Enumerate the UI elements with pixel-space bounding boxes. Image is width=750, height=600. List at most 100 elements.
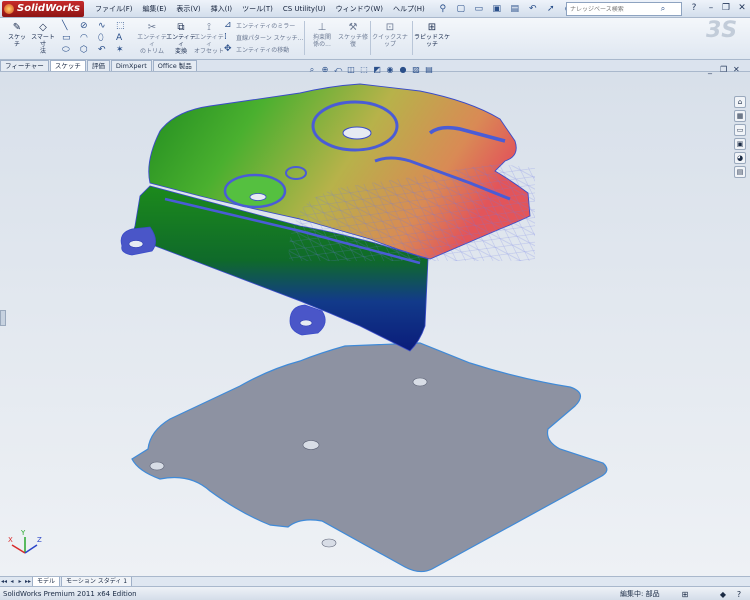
- dimple-hole: [249, 193, 267, 201]
- print-icon[interactable]: ▤: [508, 2, 522, 16]
- formed-dimple: [223, 173, 287, 209]
- edit-appearance-icon[interactable]: ●: [397, 64, 409, 75]
- tab-model[interactable]: モデル: [32, 576, 61, 587]
- restore-icon[interactable]: ❐: [720, 2, 732, 14]
- section-view-icon[interactable]: ◫: [345, 64, 357, 75]
- circle-icon[interactable]: ⊘: [80, 20, 88, 32]
- mirror-entities-button[interactable]: エンティティのミラー: [236, 21, 295, 30]
- solidworks-logo[interactable]: SolidWorks: [2, 0, 84, 17]
- construction-geometry-icon[interactable]: ⬚: [116, 20, 125, 32]
- convert-label-2: 変換: [174, 48, 187, 55]
- apply-scene-icon[interactable]: ▨: [410, 64, 422, 75]
- tab-hole: [128, 240, 144, 248]
- quick-snaps-button[interactable]: ⊡ クイックスナップ: [372, 21, 408, 48]
- close-icon[interactable]: ✕: [736, 2, 748, 14]
- help-status-icon[interactable]: ?: [734, 589, 744, 599]
- repair-sketch-button[interactable]: ⚒ スケッチ修 復: [338, 21, 368, 48]
- tab-scroll-prev-icon[interactable]: ◂: [8, 578, 16, 585]
- triad-y-label: Y: [20, 529, 26, 537]
- graphics-area[interactable]: X Y Z: [0, 71, 750, 576]
- fillet-icon[interactable]: ↶: [98, 44, 106, 56]
- ellipse-icon[interactable]: ⬯: [98, 32, 104, 44]
- tab-hole: [299, 319, 313, 327]
- design-library-icon[interactable]: ▦: [734, 110, 746, 122]
- text-icon[interactable]: A: [116, 32, 122, 44]
- view-palette-icon[interactable]: ▣: [734, 138, 746, 150]
- view-settings-icon[interactable]: ▤: [423, 64, 435, 75]
- select-pointer-icon[interactable]: ➚: [544, 2, 558, 16]
- save-icon[interactable]: ▣: [490, 2, 504, 16]
- undo-icon[interactable]: ↶: [526, 2, 540, 16]
- feature-manager-collapse-handle[interactable]: [0, 310, 6, 326]
- flat-pattern-sheet[interactable]: [131, 342, 608, 573]
- ribbon-separator: [370, 21, 371, 55]
- sketch-button[interactable]: ✎ スケッチ: [6, 21, 28, 48]
- custom-properties-icon[interactable]: ▤: [734, 166, 746, 178]
- appearances-icon[interactable]: ◕: [734, 152, 746, 164]
- tab-scroll-last-icon[interactable]: ▸▸: [24, 578, 32, 585]
- tab-dimxpert[interactable]: DimXpert: [110, 60, 152, 71]
- menu-view[interactable]: 表示(V): [171, 0, 205, 18]
- tab-office-products[interactable]: Office 製品: [152, 60, 197, 71]
- file-explorer-icon[interactable]: ▭: [734, 124, 746, 136]
- view-orientation-icon[interactable]: ⬚: [358, 64, 370, 75]
- spline-icon[interactable]: ∿: [98, 20, 106, 32]
- tab-scroll-first-icon[interactable]: ◂◂: [0, 578, 8, 585]
- linear-pattern-button[interactable]: 直線パターン スケッチ...: [236, 33, 303, 42]
- relations-label-2: 係の...: [313, 41, 331, 48]
- flat-hole: [321, 538, 337, 548]
- polygon-icon[interactable]: ⬡: [80, 44, 88, 56]
- menu-help[interactable]: ヘルプ(H): [388, 0, 430, 18]
- pin-icon[interactable]: ⚲: [436, 2, 450, 16]
- menu-insert[interactable]: 挿入(I): [206, 0, 238, 18]
- tab-evaluate[interactable]: 評価: [86, 60, 110, 71]
- arc-icon[interactable]: ◠: [80, 32, 88, 44]
- display-relations-button[interactable]: ⊥ 拘束関 係の...: [308, 21, 336, 48]
- help-question-icon[interactable]: ?: [688, 2, 700, 14]
- status-bar: SolidWorks Premium 2011 x64 Edition 編集中:…: [0, 586, 750, 600]
- hide-show-items-icon[interactable]: ◉: [384, 64, 396, 75]
- zoom-to-fit-icon[interactable]: ⌕: [306, 64, 318, 75]
- rectangle-icon[interactable]: ▭: [62, 32, 71, 44]
- trim-label-1: エンティティ: [137, 34, 167, 48]
- repair-label-2: 復: [349, 41, 356, 48]
- slot-icon[interactable]: ⬭: [62, 44, 70, 56]
- rapid-sketch-button[interactable]: ⊞ ラピッドスケッチ: [414, 21, 450, 48]
- convert-entities-button[interactable]: ⧉ エンティティ 変換: [166, 21, 196, 55]
- menu-cs-utility[interactable]: CS Utility(U): [278, 0, 331, 18]
- trim-entities-button[interactable]: ✂ エンティティ のトリム: [136, 21, 168, 55]
- tab-motion-study[interactable]: モーション スタディ 1: [61, 576, 133, 587]
- smart-dimension-button[interactable]: ◇ スマート寸 法: [30, 21, 56, 55]
- menu-tools[interactable]: ツール(T): [237, 0, 278, 18]
- home-icon[interactable]: ⌂: [734, 96, 746, 108]
- rebuild-status-icon[interactable]: ⊞: [680, 589, 690, 599]
- offset-entities-button[interactable]: ⟟ エンティティ オフセット: [194, 21, 224, 55]
- knowledge-search-box[interactable]: ⌕: [566, 2, 682, 16]
- previous-view-icon[interactable]: ⤺: [332, 64, 344, 75]
- tab-sketch[interactable]: スケッチ: [49, 60, 86, 71]
- point-icon[interactable]: ✶: [116, 44, 124, 56]
- new-document-icon[interactable]: ▢: [454, 2, 468, 16]
- tab-features[interactable]: フィーチャー: [0, 60, 49, 71]
- triad-z-label: Z: [37, 536, 42, 544]
- open-folder-icon[interactable]: ▭: [472, 2, 486, 16]
- model-canvas[interactable]: X Y Z: [0, 72, 750, 577]
- flat-hole: [302, 440, 320, 450]
- mirror-icon: ⊿: [224, 20, 232, 30]
- menu-window[interactable]: ウィンドウ(W): [331, 0, 388, 18]
- menu-file[interactable]: ファイル(F): [90, 0, 138, 18]
- viewport-restore-icon[interactable]: ❐: [720, 65, 727, 74]
- viewport-minimize-icon[interactable]: _: [708, 65, 712, 74]
- move-entities-button[interactable]: エンティティの移動: [236, 45, 289, 54]
- tab-scroll-next-icon[interactable]: ▸: [16, 578, 24, 585]
- search-input[interactable]: [567, 5, 657, 13]
- search-icon[interactable]: ⌕: [657, 3, 669, 15]
- zoom-to-area-icon[interactable]: ⊕: [319, 64, 331, 75]
- viewport-close-icon[interactable]: ✕: [733, 65, 740, 74]
- minimize-icon[interactable]: –: [705, 2, 717, 14]
- menu-edit[interactable]: 編集(E): [137, 0, 171, 18]
- rapid-sketch-icon: ⊞: [427, 21, 437, 33]
- display-style-icon[interactable]: ◩: [371, 64, 383, 75]
- tag-icon[interactable]: ◆: [718, 589, 728, 599]
- line-icon[interactable]: ╲: [62, 20, 67, 32]
